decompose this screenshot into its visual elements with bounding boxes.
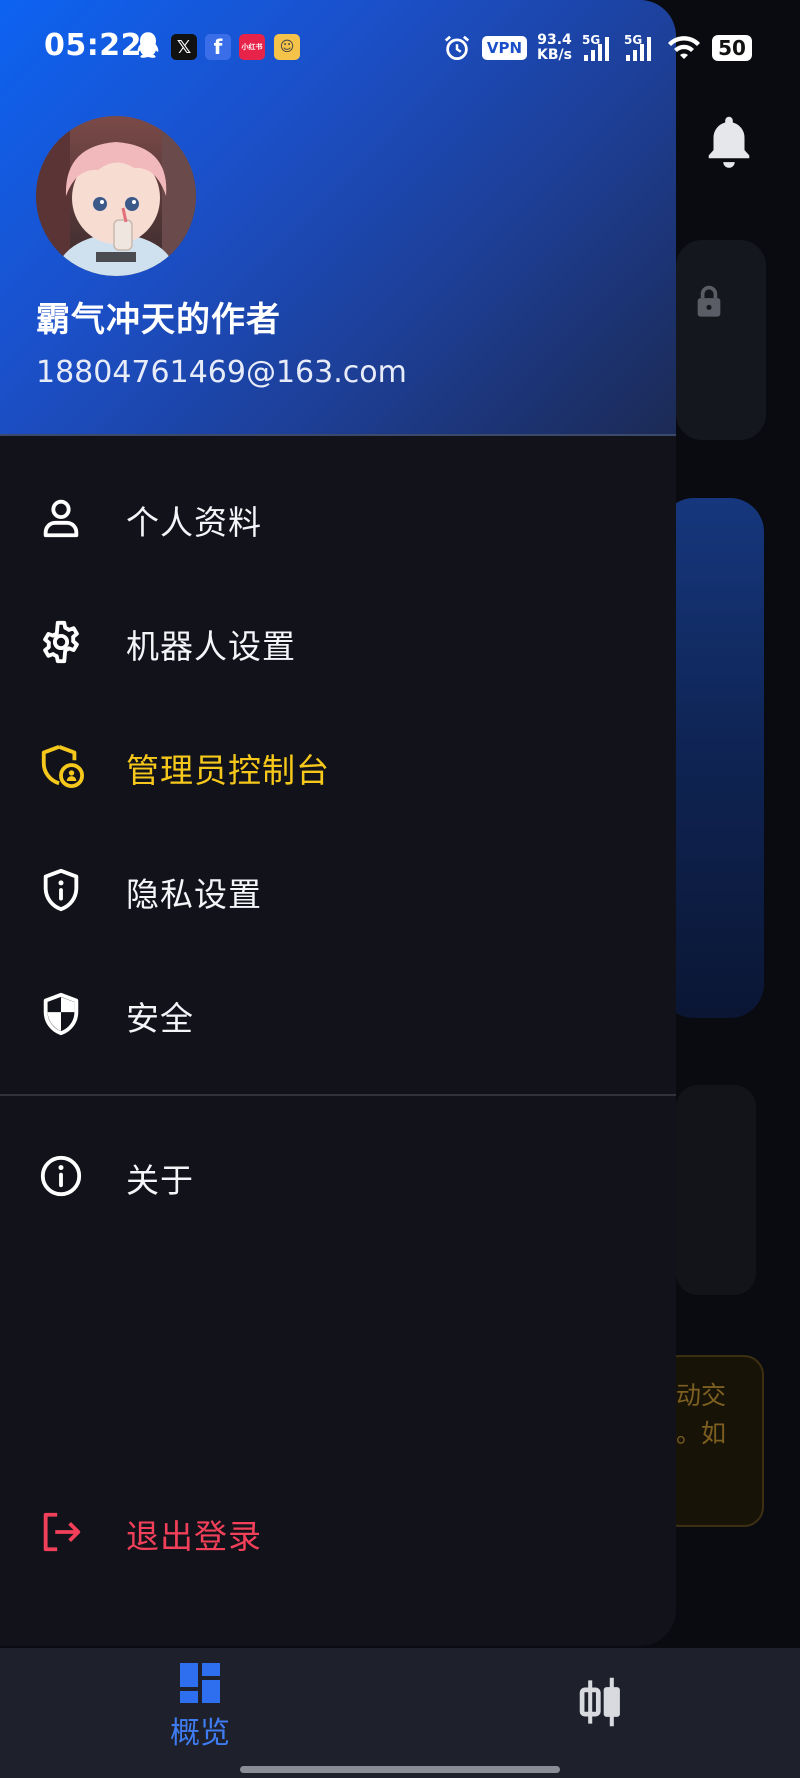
avatar-image [36,116,196,276]
tab-overview[interactable]: 概览 [150,1662,250,1762]
menu-item-profile[interactable]: 个人资料 [0,462,676,572]
speed-unit: KB/s [537,47,572,63]
signal-sim1: 5G [582,33,614,63]
vpn-badge: VPN [481,36,528,60]
gear-icon [43,620,79,664]
dashboard-icon [180,1663,220,1703]
alarm-icon [444,35,470,60]
logout-icon [43,1512,81,1552]
tab-overview-label: 概览 [170,1716,230,1751]
menu-divider [0,1094,676,1096]
user-email: 18804761469@163.com [36,355,407,390]
menu-item-label: 关于 [126,1161,194,1200]
candlestick-icon[interactable] [574,1675,628,1729]
menu-item-label: 安全 [126,999,194,1038]
user-name: 霸气冲天的作者 [36,300,281,340]
menu-item-about[interactable]: 关于 [0,1120,676,1230]
menu-item-label: 个人资料 [126,503,262,542]
security-shield-icon [43,992,79,1036]
network-type-label: 5G [624,33,643,47]
bottom-tab-bar [0,1648,800,1778]
signal-sim2: 5G [624,33,656,63]
network-speed: 93.4 KB/s [537,33,572,63]
background-card [676,1085,756,1295]
mascot-app-icon: ☺ [274,34,300,60]
wifi-icon [668,36,700,59]
navigation-drawer: 霸气冲天的作者 18804761469@163.com 个人资料 机器人设置 管… [0,0,676,1646]
menu-item-logout[interactable]: 退出登录 [0,1476,676,1586]
warning-text: 。如 [676,1419,727,1448]
lock-icon [697,285,721,317]
qq-icon [137,32,159,58]
rednote-icon: 小红书 [239,34,265,60]
status-bar: 05:22 𝕏 f 小红书 ☺ VPN 93.4 KB/s 5G 5G 50 [0,0,800,96]
info-icon [40,1155,82,1197]
home-indicator [240,1766,560,1773]
status-time: 05:22 [44,28,142,63]
person-icon [43,499,79,538]
status-right-group: VPN 93.4 KB/s 5G 5G 50 [442,30,752,66]
speed-value: 93.4 [537,32,572,48]
menu-item-label: 机器人设置 [126,627,296,666]
battery-indicator: 50 [712,35,752,61]
menu-item-privacy[interactable]: 隐私设置 [0,834,676,944]
x-app-icon: 𝕏 [171,34,197,60]
facebook-icon: f [205,34,231,60]
network-type-label: 5G [582,33,601,47]
menu-item-admin-console[interactable]: 管理员控制台 [0,710,676,820]
avatar[interactable] [36,116,196,276]
menu-item-bot-settings[interactable]: 机器人设置 [0,586,676,696]
warning-text: 动交 [676,1381,727,1410]
bell-icon[interactable] [700,112,758,174]
menu-item-label: 管理员控制台 [126,751,330,790]
menu-item-label: 隐私设置 [126,875,262,914]
privacy-shield-icon [43,868,79,912]
admin-shield-icon [41,745,84,789]
menu-item-label: 退出登录 [126,1517,262,1556]
background-card [676,240,766,440]
menu-item-security[interactable]: 安全 [0,958,676,1068]
